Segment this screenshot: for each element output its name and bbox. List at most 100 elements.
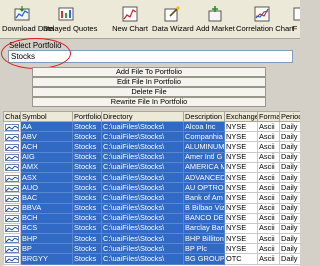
table-cell[interactable]: Daily xyxy=(279,171,300,184)
table-cell[interactable]: Daily xyxy=(279,182,300,194)
table-cell[interactable]: Ascii xyxy=(257,171,280,184)
table-cell[interactable]: NYSE xyxy=(224,161,258,173)
table-cell[interactable]: BANCO DE xyxy=(183,212,225,224)
chart-cell[interactable] xyxy=(3,233,21,245)
table-cell[interactable]: Stocks xyxy=(72,151,102,163)
table-cell[interactable]: BG GROUP xyxy=(183,253,225,265)
table-cell[interactable]: AUO xyxy=(20,182,73,194)
chart-cell[interactable] xyxy=(3,202,21,214)
chart-cell[interactable] xyxy=(3,131,21,143)
mini-chart-icon[interactable] xyxy=(5,245,19,253)
add-market-button[interactable]: Add Market xyxy=(196,5,235,37)
table-cell[interactable]: Ascii xyxy=(257,253,280,265)
table-cell[interactable]: BCH xyxy=(20,212,73,224)
table-row[interactable]: AIG Stocks C:\uaiFiles\Stocks\ Amer Intl GN… xyxy=(3,151,300,163)
table-cell[interactable]: C:\uaiFiles\Stocks\ xyxy=(101,202,184,214)
table-cell[interactable]: Daily xyxy=(279,192,300,204)
mini-chart-icon[interactable] xyxy=(5,133,19,141)
table-cell[interactable]: AMX xyxy=(20,161,73,173)
table-cell[interactable]: Stocks xyxy=(72,243,102,255)
col-header[interactable]: Directory xyxy=(101,111,184,122)
table-cell[interactable]: NYSE xyxy=(224,212,258,224)
mini-chart-icon[interactable] xyxy=(5,205,19,213)
table-cell[interactable]: C:\uaiFiles\Stocks\ xyxy=(101,151,184,163)
table-cell[interactable]: ASX xyxy=(20,171,73,184)
table-cell[interactable]: BHP xyxy=(20,233,73,245)
download-data-button[interactable]: Download Data xyxy=(2,5,54,37)
table-cell[interactable]: C:\uaiFiles\Stocks\ xyxy=(101,182,184,194)
table-cell[interactable]: Alcoa Inc xyxy=(183,120,225,133)
table-cell[interactable]: Daily xyxy=(279,131,300,143)
table-cell[interactable]: NYSE xyxy=(224,171,258,184)
table-cell[interactable]: ALUMINUM xyxy=(183,141,225,153)
col-header[interactable]: Description xyxy=(183,111,225,122)
table-cell[interactable]: ADVANCED xyxy=(183,171,225,184)
mini-chart-icon[interactable] xyxy=(5,225,19,233)
table-cell[interactable]: Ascii xyxy=(257,222,280,235)
col-header[interactable]: Chart xyxy=(3,111,21,122)
table-cell[interactable]: Daily xyxy=(279,212,300,224)
table-cell[interactable]: Ascii xyxy=(257,212,280,224)
chart-cell[interactable] xyxy=(3,192,21,204)
table-row[interactable]: AMX Stocks C:\uaiFiles\Stocks\ AMERICA M NYS… xyxy=(3,161,300,173)
table-cell[interactable]: BHP Billiton xyxy=(183,233,225,245)
table-cell[interactable]: Daily xyxy=(279,151,300,163)
table-cell[interactable]: Ascii xyxy=(257,131,280,143)
table-cell[interactable]: Stocks xyxy=(72,233,102,245)
table-cell[interactable]: NYSE xyxy=(224,233,258,245)
table-cell[interactable]: Stocks xyxy=(72,131,102,143)
table-cell[interactable]: Ascii xyxy=(257,161,280,173)
mini-chart-icon[interactable] xyxy=(5,123,19,131)
table-cell[interactable]: Stocks xyxy=(72,202,102,214)
table-cell[interactable]: Barclay Ban xyxy=(183,222,225,235)
table-cell[interactable]: BAC xyxy=(20,192,73,204)
table-cell[interactable]: NYSE xyxy=(224,151,258,163)
table-cell[interactable]: Ascii xyxy=(257,202,280,214)
table-cell[interactable]: OTC xyxy=(224,253,258,265)
table-row[interactable]: ABV Stocks C:\uaiFiles\Stocks\ Companhia NYS… xyxy=(3,131,300,143)
chart-cell[interactable] xyxy=(3,171,21,184)
table-cell[interactable]: NYSE xyxy=(224,141,258,153)
table-cell[interactable]: Stocks xyxy=(72,141,102,153)
table-row[interactable]: BAC Stocks C:\uaiFiles\Stocks\ Bank of Am NY… xyxy=(3,192,300,204)
table-cell[interactable]: Stocks xyxy=(72,120,102,133)
col-header[interactable]: Format xyxy=(257,111,280,122)
table-cell[interactable]: AMERICA M xyxy=(183,161,225,173)
table-cell[interactable]: Stocks xyxy=(72,253,102,265)
table-row[interactable]: BCS Stocks C:\uaiFiles\Stocks\ Barclay Ban N… xyxy=(3,222,300,235)
mini-chart-icon[interactable] xyxy=(5,184,19,192)
table-cell[interactable]: AIG xyxy=(20,151,73,163)
chart-cell[interactable] xyxy=(3,243,21,255)
mini-chart-icon[interactable] xyxy=(5,256,19,264)
table-cell[interactable]: BBVA xyxy=(20,202,73,214)
table-cell[interactable]: AU OPTRO xyxy=(183,182,225,194)
table-cell[interactable]: Daily xyxy=(279,253,300,265)
table-cell[interactable]: NYSE xyxy=(224,182,258,194)
mini-chart-icon[interactable] xyxy=(5,143,19,151)
table-cell[interactable]: C:\uaiFiles\Stocks\ xyxy=(101,243,184,255)
table-cell[interactable]: Bank of Am xyxy=(183,192,225,204)
table-cell[interactable]: NYSE xyxy=(224,243,258,255)
table-cell[interactable]: BP xyxy=(20,243,73,255)
table-cell[interactable]: C:\uaiFiles\Stocks\ xyxy=(101,233,184,245)
table-cell[interactable]: NYSE xyxy=(224,192,258,204)
table-cell[interactable]: NYSE xyxy=(224,202,258,214)
table-cell[interactable]: Ascii xyxy=(257,233,280,245)
table-cell[interactable]: Ascii xyxy=(257,243,280,255)
table-cell[interactable]: AA xyxy=(20,120,73,133)
mini-chart-icon[interactable] xyxy=(5,174,19,182)
data-wizard-button[interactable]: Data Wizard xyxy=(152,5,194,37)
chart-cell[interactable] xyxy=(3,212,21,224)
table-cell[interactable]: Daily xyxy=(279,161,300,173)
edit-file-button[interactable]: Edit File In Portfolio xyxy=(32,77,266,87)
table-cell[interactable]: BP Plc xyxy=(183,243,225,255)
table-cell[interactable]: Daily xyxy=(279,233,300,245)
table-cell[interactable]: C:\uaiFiles\Stocks\ xyxy=(101,131,184,143)
table-cell[interactable]: C:\uaiFiles\Stocks\ xyxy=(101,171,184,184)
table-cell[interactable]: BCS xyxy=(20,222,73,235)
add-file-button[interactable]: Add File To Portfolio xyxy=(32,67,266,77)
chart-cell[interactable] xyxy=(3,120,21,133)
table-cell[interactable]: Daily xyxy=(279,120,300,133)
mini-chart-icon[interactable] xyxy=(5,215,19,223)
table-cell[interactable]: C:\uaiFiles\Stocks\ xyxy=(101,161,184,173)
